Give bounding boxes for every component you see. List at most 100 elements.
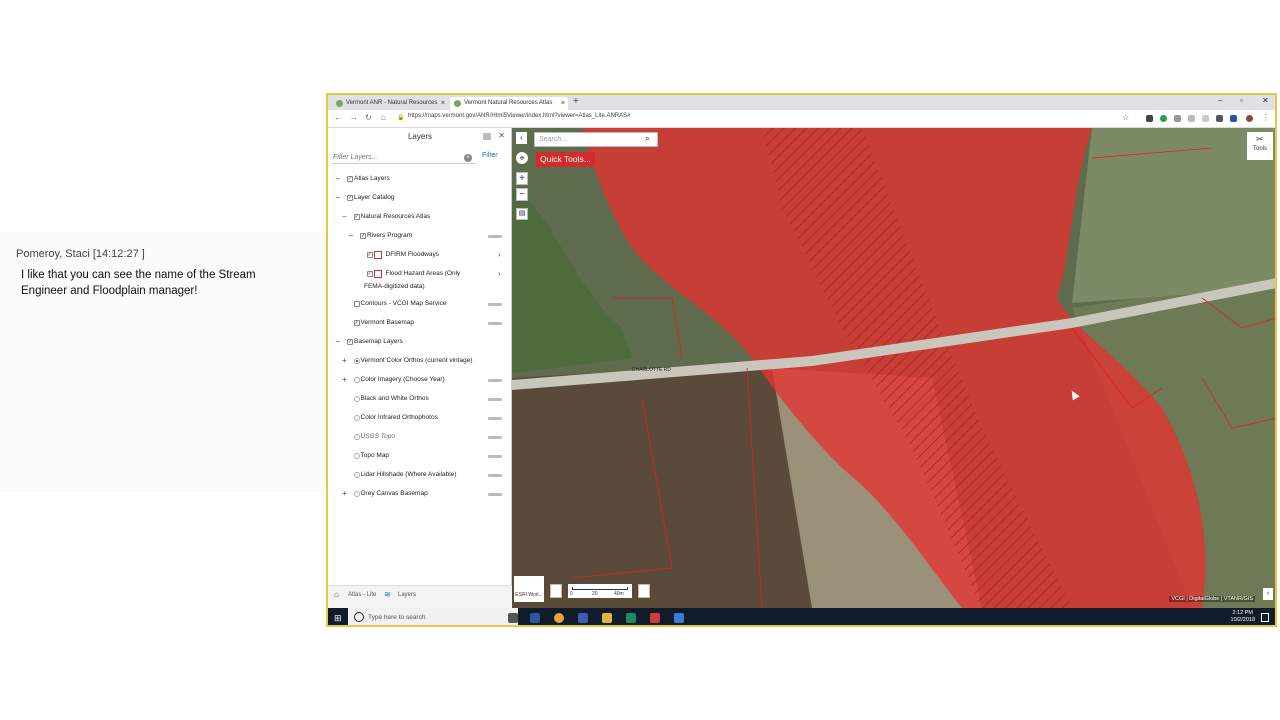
basemap-radio[interactable] xyxy=(353,415,360,421)
close-tab-icon[interactable]: × xyxy=(441,97,445,110)
outlook-icon[interactable] xyxy=(530,613,540,623)
app-icon[interactable] xyxy=(578,613,588,623)
system-clock[interactable]: 2:12 PM 10/2/2018 xyxy=(1231,610,1255,624)
microphone-icon[interactable] xyxy=(508,613,518,623)
locate-icon[interactable]: ⌖ xyxy=(516,152,528,164)
new-tab-button[interactable]: + xyxy=(573,96,579,107)
collapse-icon[interactable]: – xyxy=(341,211,349,223)
expand-icon[interactable]: + xyxy=(341,374,349,386)
app-icon[interactable] xyxy=(626,613,636,623)
extension-icon[interactable] xyxy=(1160,115,1167,122)
basemap-radio[interactable] xyxy=(353,377,360,383)
minimize-icon[interactable]: – xyxy=(1218,96,1222,105)
collapse-panel-button[interactable]: ‹ xyxy=(516,132,527,144)
collapse-icon[interactable]: – xyxy=(334,336,342,348)
star-icon[interactable]: ☆ xyxy=(1122,113,1129,122)
home-icon[interactable]: ⌂ xyxy=(381,113,386,122)
basemap-radio[interactable] xyxy=(353,358,360,364)
menu-icon[interactable]: ⋮ xyxy=(1262,113,1270,122)
back-icon[interactable]: ← xyxy=(334,113,342,122)
filter-layers-input[interactable]: Filter Layers... xyxy=(332,152,476,164)
extension-icon[interactable] xyxy=(1146,115,1153,122)
close-window-icon[interactable]: ✕ xyxy=(1262,96,1269,105)
chevron-right-icon[interactable]: › xyxy=(498,268,501,280)
layer-row[interactable]: – ✓ Layer Catalog xyxy=(328,192,512,204)
forward-icon[interactable]: → xyxy=(350,113,358,122)
opacity-slider[interactable] xyxy=(488,235,502,238)
layer-row[interactable]: ✓ Vermont Basemap xyxy=(328,317,512,329)
url-field[interactable]: https://maps.vermont.gov/ANR/Html5Viewer… xyxy=(408,113,630,119)
app-icon[interactable] xyxy=(674,613,684,623)
zoom-out-button[interactable]: − xyxy=(516,188,528,201)
chevron-right-icon[interactable]: › xyxy=(498,249,501,261)
opacity-slider[interactable] xyxy=(488,303,502,306)
layer-checkbox[interactable]: ✓ xyxy=(347,195,353,201)
reload-icon[interactable]: ↻ xyxy=(365,113,372,122)
tools-button[interactable]: Tools xyxy=(1247,132,1273,160)
layers-icon[interactable]: ≋ xyxy=(384,590,391,599)
footer-layers-link[interactable]: Layers xyxy=(398,592,416,598)
layer-row[interactable]: Contours - VCGI Map Service xyxy=(328,298,512,310)
bookmark-icon[interactable]: ▤ xyxy=(516,208,528,220)
filter-button[interactable]: Filter xyxy=(482,152,498,159)
avatar[interactable] xyxy=(1246,115,1253,122)
layer-checkbox[interactable]: ✓ xyxy=(366,271,373,277)
close-panel-icon[interactable]: ✕ xyxy=(498,131,505,140)
layer-row[interactable]: FEMA-digitized data) xyxy=(328,281,512,293)
chrome-icon[interactable] xyxy=(554,613,564,623)
layer-row[interactable]: Topo Map xyxy=(328,450,512,462)
map-view[interactable]: CHARLOTTE RD ‹ Search... ⌕ ⌖ Quick Tools… xyxy=(512,128,1277,608)
tab-atlas[interactable]: Vermont Natural Resources Atlas × xyxy=(450,97,568,110)
print-icon[interactable] xyxy=(638,584,650,598)
layer-row[interactable]: Black and White Orthos xyxy=(328,393,512,405)
quick-tools-button[interactable]: Quick Tools... xyxy=(536,152,595,167)
layer-checkbox[interactable]: ✓ xyxy=(353,214,360,220)
layer-row[interactable]: + Grey Canvas Basemap xyxy=(328,488,512,500)
layer-row[interactable]: + Vermont Color Orthos (current vintage) xyxy=(328,355,512,367)
layer-row[interactable]: + Color Imagery (Choose Year) xyxy=(328,374,512,386)
opacity-slider[interactable] xyxy=(488,379,502,382)
layer-checkbox[interactable]: ✓ xyxy=(347,176,353,182)
layer-row[interactable]: ✓ DFIRM Floodways › xyxy=(328,249,512,261)
collapse-icon[interactable]: – xyxy=(334,192,342,204)
collapse-icon[interactable]: – xyxy=(347,230,355,242)
layer-row[interactable]: – ✓ Atlas Layers xyxy=(328,173,512,185)
basemap-radio[interactable] xyxy=(353,453,360,459)
home-icon[interactable]: ⌂ xyxy=(334,590,339,599)
basemap-radio[interactable] xyxy=(353,434,360,440)
basemap-radio[interactable] xyxy=(353,396,360,402)
extension-icon[interactable] xyxy=(1230,115,1237,122)
layer-checkbox[interactable]: ✓ xyxy=(353,320,360,326)
map-search-input[interactable]: Search... xyxy=(534,132,658,147)
extension-icon[interactable] xyxy=(1202,115,1209,122)
layer-row[interactable]: – ✓ Natural Resources Atlas xyxy=(328,211,512,223)
extension-icon[interactable] xyxy=(1216,115,1223,122)
measure-icon[interactable] xyxy=(550,584,562,598)
opacity-slider[interactable] xyxy=(488,436,502,439)
layer-row[interactable]: ✓ Flood Hazard Areas (Only › xyxy=(328,268,512,280)
basemap-button[interactable]: ESRI Worl... xyxy=(514,576,544,602)
opacity-slider[interactable] xyxy=(488,322,502,325)
opacity-slider[interactable] xyxy=(488,493,502,496)
collapse-icon[interactable]: – xyxy=(334,173,342,185)
taskbar-search-input[interactable]: Type here to search xyxy=(348,608,518,625)
layer-row[interactable]: – ✓ Rivers Program xyxy=(328,230,512,242)
opacity-slider[interactable] xyxy=(488,398,502,401)
layer-row[interactable]: Lidar Hillshade (Where Available) xyxy=(328,469,512,481)
basemap-radio[interactable] xyxy=(353,472,360,478)
tab-anr[interactable]: Vermont ANR - Natural Resources × xyxy=(332,97,448,110)
windows-start-icon[interactable]: ⊞ xyxy=(334,613,342,624)
zoom-in-button[interactable]: + xyxy=(516,172,528,185)
layer-row[interactable]: USGS Topo xyxy=(328,431,512,443)
layer-checkbox[interactable]: ✓ xyxy=(360,233,366,239)
close-tab-icon[interactable]: × xyxy=(561,97,565,110)
search-icon[interactable]: ⌕ xyxy=(645,133,657,145)
clear-filter-icon[interactable]: × xyxy=(464,154,472,162)
layer-checkbox[interactable] xyxy=(353,301,360,307)
extension-icon[interactable] xyxy=(1174,115,1181,122)
layer-checkbox[interactable]: ✓ xyxy=(347,339,353,345)
notification-icon[interactable] xyxy=(1261,613,1269,622)
extension-icon[interactable] xyxy=(1188,115,1195,122)
file-explorer-icon[interactable] xyxy=(602,613,612,623)
map-canvas[interactable]: CHARLOTTE RD xyxy=(512,128,1277,608)
